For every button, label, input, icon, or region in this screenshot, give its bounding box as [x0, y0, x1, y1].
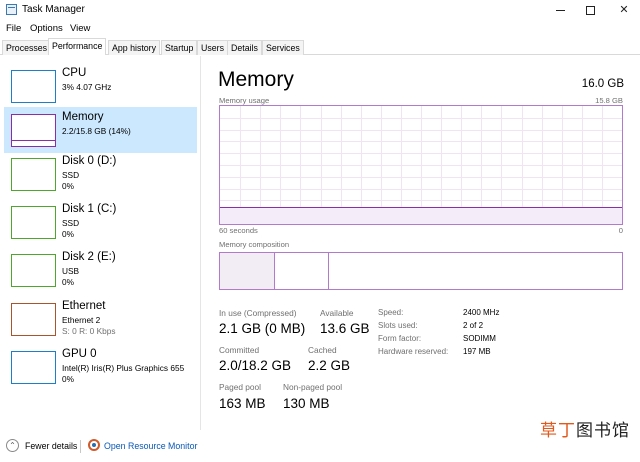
- memory-usage-fill: [220, 207, 622, 224]
- resource-name: Ethernet: [62, 300, 106, 312]
- in-use-label: In use (Compressed): [219, 308, 297, 318]
- tab-app-history[interactable]: App history: [108, 40, 161, 55]
- time-window-label: 60 seconds: [219, 226, 258, 235]
- tab-startup[interactable]: Startup: [161, 40, 198, 55]
- fewer-details-button[interactable]: Fewer details: [25, 441, 77, 451]
- cached-value: 2.2 GB: [308, 358, 351, 373]
- menu-view[interactable]: View: [70, 23, 90, 34]
- resource-monitor-icon: [88, 439, 100, 451]
- resource-name: Memory: [62, 111, 104, 123]
- cpu-thumbnail-graph: [11, 70, 56, 103]
- hardware-reserved-label: Hardware reserved:: [378, 347, 449, 356]
- close-icon: ✕: [619, 4, 629, 16]
- cached-label: Cached: [308, 345, 337, 355]
- tab-users[interactable]: Users: [197, 40, 228, 55]
- graph-label: Memory usage: [219, 96, 270, 105]
- resource-disk-0[interactable]: Disk 0 (D:) SSD 0%: [4, 151, 197, 197]
- disk1-thumbnail-graph: [11, 206, 56, 239]
- resource-ethernet[interactable]: Ethernet Ethernet 2 S: 0 R: 0 Kbps: [4, 296, 197, 342]
- speed-value: 2400 MHz: [463, 308, 500, 317]
- resource-detail: 2.2/15.8 GB (14%): [62, 126, 131, 136]
- tab-performance[interactable]: Performance: [48, 38, 107, 55]
- ethernet-thumbnail-graph: [11, 303, 56, 336]
- minimize-icon: [555, 9, 565, 11]
- resource-name: Disk 1 (C:): [62, 203, 117, 215]
- resource-detail: Ethernet 2 S: 0 R: 0 Kbps: [62, 315, 116, 336]
- tab-details[interactable]: Details: [227, 40, 262, 55]
- close-button[interactable]: ✕: [604, 0, 640, 20]
- gpu-thumbnail-graph: [11, 351, 56, 384]
- resource-gpu-0[interactable]: GPU 0 Intel(R) Iris(R) Plus Graphics 655…: [4, 344, 197, 390]
- resource-list: CPU 3% 4.07 GHz Memory 2.2/15.8 GB (14%)…: [0, 56, 201, 430]
- resource-disk-1[interactable]: Disk 1 (C:) SSD 0%: [4, 199, 197, 245]
- watermark-logo: 草丁图书馆: [540, 416, 630, 441]
- maximize-icon: [585, 5, 595, 15]
- resource-detail: SSD 0%: [62, 218, 80, 239]
- resource-memory[interactable]: Memory 2.2/15.8 GB (14%): [4, 107, 197, 153]
- resource-name: CPU: [62, 67, 87, 79]
- memory-composition-bar: [219, 252, 623, 290]
- window-title: Task Manager: [22, 4, 85, 15]
- available-label: Available: [320, 308, 354, 318]
- chevron-up-icon[interactable]: ⌃: [6, 439, 19, 452]
- composition-label: Memory composition: [219, 240, 290, 249]
- resource-detail: SSD 0%: [62, 170, 80, 191]
- memory-thumbnail-graph: [11, 114, 56, 147]
- menu-options[interactable]: Options: [30, 23, 63, 34]
- disk2-thumbnail-graph: [11, 254, 56, 287]
- paged-pool-value: 163 MB: [219, 396, 266, 411]
- available-value: 13.6 GB: [320, 321, 370, 336]
- disk0-thumbnail-graph: [11, 158, 56, 191]
- composition-in-use: [220, 253, 275, 289]
- resource-detail: USB 0%: [62, 266, 80, 287]
- resource-name: GPU 0: [62, 348, 97, 360]
- hardware-reserved-value: 197 MB: [463, 347, 491, 356]
- nonpaged-pool-value: 130 MB: [283, 396, 330, 411]
- paged-pool-label: Paged pool: [219, 382, 261, 392]
- memory-usage-graph: [219, 105, 623, 225]
- menu-file[interactable]: File: [6, 23, 21, 34]
- form-factor-label: Form factor:: [378, 334, 422, 343]
- graph-max-label: 15.8 GB: [595, 96, 623, 105]
- form-factor-value: SODIMM: [463, 334, 496, 343]
- slots-value: 2 of 2: [463, 321, 484, 330]
- time-end-label: 0: [618, 226, 623, 235]
- slots-label: Slots used:: [378, 321, 418, 330]
- tab-strip: Processes Performance App history Startu…: [0, 38, 640, 55]
- committed-value: 2.0/18.2 GB: [219, 358, 292, 373]
- task-manager-icon: [6, 4, 17, 15]
- resource-detail: 3% 4.07 GHz: [62, 82, 112, 92]
- menu-bar: File Options View: [0, 21, 640, 37]
- title-bar: Task Manager ✕: [0, 0, 640, 20]
- resource-detail: Intel(R) Iris(R) Plus Graphics 655 0%: [62, 363, 185, 384]
- resource-name: Disk 0 (D:): [62, 155, 117, 167]
- nonpaged-pool-label: Non-paged pool: [283, 382, 343, 392]
- resource-cpu[interactable]: CPU 3% 4.07 GHz: [4, 63, 197, 109]
- memory-thumbnail-line: [12, 140, 55, 141]
- memory-detail-panel: Memory 16.0 GB Memory usage 15.8 GB 60 s…: [202, 56, 640, 430]
- tab-processes[interactable]: Processes: [2, 40, 52, 55]
- open-resource-monitor-link[interactable]: Open Resource Monitor: [104, 441, 197, 451]
- speed-label: Speed:: [378, 308, 404, 317]
- composition-standby: [276, 253, 329, 289]
- footer-divider: [80, 440, 81, 453]
- tab-services[interactable]: Services: [262, 40, 304, 55]
- watermark-part-2: 图书馆: [576, 421, 630, 441]
- resource-name: Disk 2 (E:): [62, 251, 116, 263]
- resource-disk-2[interactable]: Disk 2 (E:) USB 0%: [4, 247, 197, 293]
- in-use-value: 2.1 GB (0 MB): [219, 321, 306, 336]
- total-memory: 16.0 GB: [581, 78, 624, 90]
- page-title: Memory: [218, 68, 294, 91]
- memory-usage-grid: [220, 106, 622, 224]
- committed-label: Committed: [219, 345, 260, 355]
- watermark-part-1: 草丁: [540, 421, 576, 441]
